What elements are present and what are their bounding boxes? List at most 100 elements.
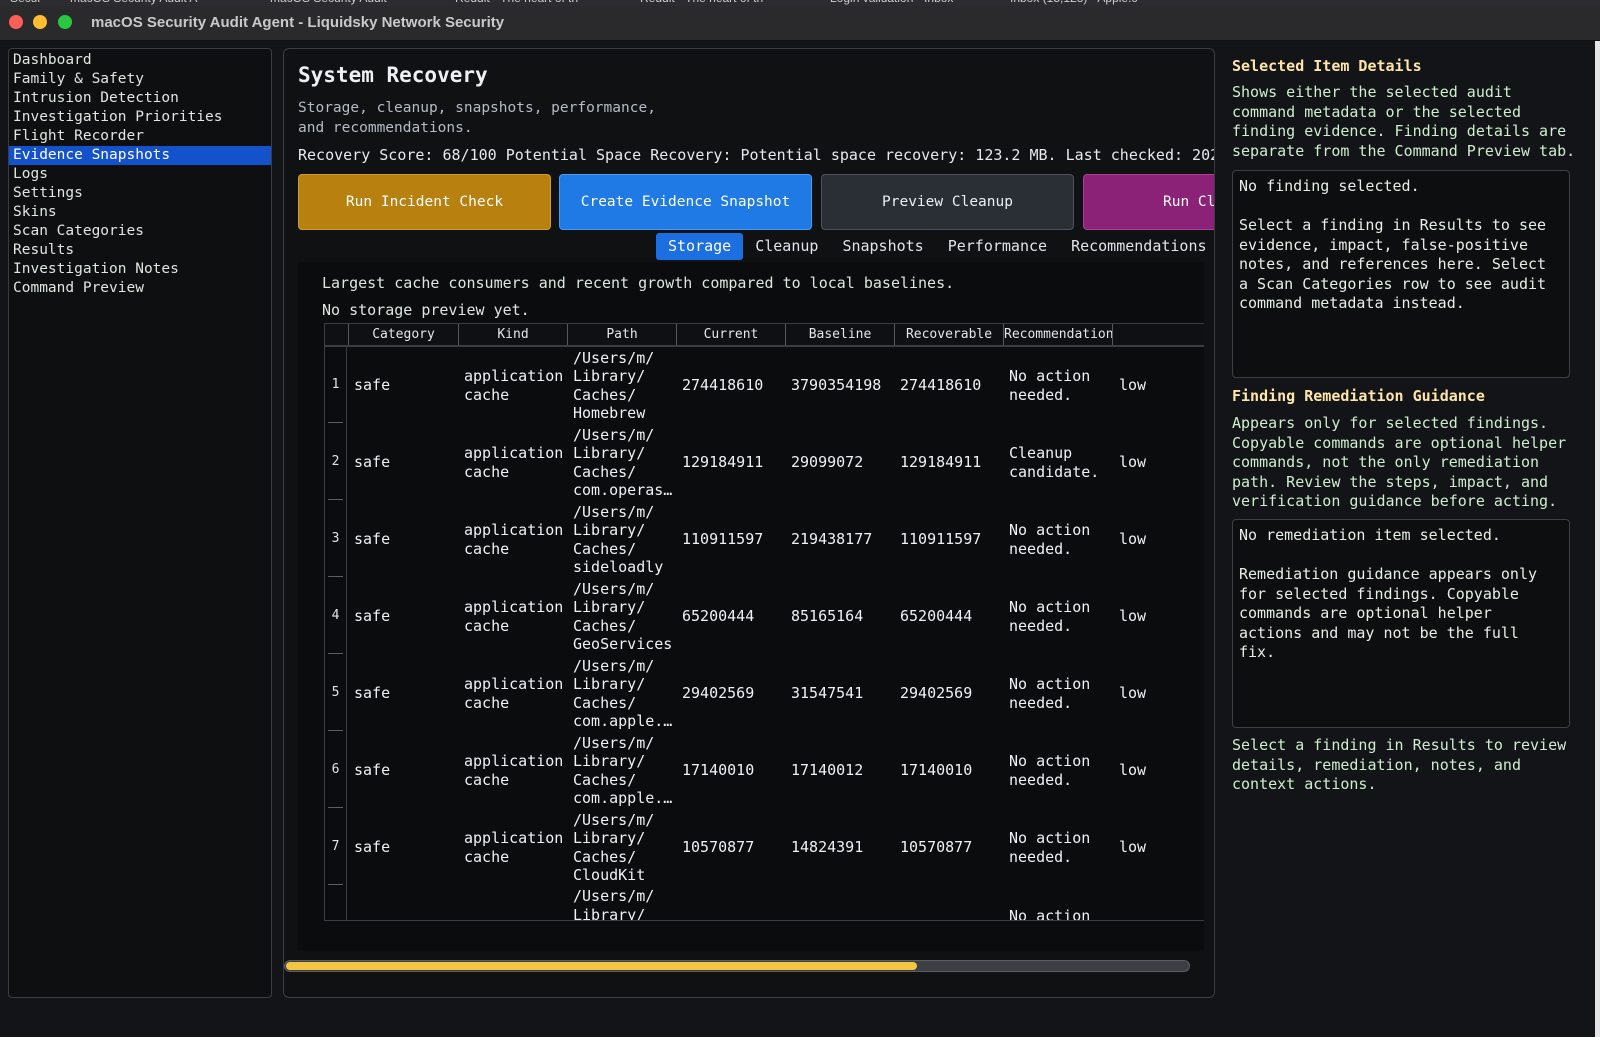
table-row[interactable]: 6 safe application cache/Users/m/ Library/…	[325, 732, 1204, 809]
cell-risk	[1113, 886, 1204, 920]
cell-recommendation: No action needed.	[1009, 675, 1091, 712]
cell-path: /Users/m/ Library/	[573, 887, 655, 921]
browser-tab[interactable]: macOS Security Audit A	[70, 0, 197, 5]
cell-path: /Users/m/ Library/ Caches/ Homebrew	[573, 348, 655, 423]
table-row[interactable]: 2 safe application cache/Users/m/ Library/…	[325, 424, 1204, 501]
storage-description: Largest cache consumers and recent growt…	[322, 274, 955, 292]
sidebar-item-evidence-snapshots[interactable]: Evidence Snapshots	[9, 146, 271, 165]
tab-storage[interactable]: Storage	[656, 233, 744, 260]
tab-recommendations[interactable]: Recommendations	[1059, 233, 1214, 260]
row-number: 4	[325, 578, 346, 654]
cell-risk: low	[1119, 684, 1147, 703]
sidebar: Dashboard Family & Safety Intrusion Detect…	[8, 48, 272, 998]
storage-table[interactable]: Category Kind Path Current Baseline Reco…	[324, 323, 1204, 921]
cell-baseline	[785, 886, 894, 920]
browser-tab[interactable]: macOS Security Audit	[270, 0, 387, 5]
sidebar-item-skins[interactable]: Skins	[9, 203, 271, 222]
sidebar-item-family-and-safety[interactable]: Family & Safety	[9, 70, 271, 89]
finding-details-box[interactable]: No finding selected. Select a finding in…	[1232, 170, 1570, 378]
sidebar-item-investigation-priorities[interactable]: Investigation Priorities	[9, 108, 271, 127]
table-row[interactable]: 3 safe application cache/Users/m/ Library/…	[325, 501, 1204, 578]
zoom-window-button[interactable]	[58, 15, 72, 29]
cell-kind: application cache	[464, 675, 564, 712]
column-header-baseline[interactable]: Baseline	[785, 324, 894, 345]
cell-category: safe	[354, 607, 391, 626]
horizontal-scrollbar[interactable]	[284, 960, 1190, 972]
cell-recommendation: No action needed.	[1009, 367, 1091, 404]
remediation-guidance-heading: Finding Remediation Guidance	[1232, 387, 1485, 405]
tab-snapshots[interactable]: Snapshots	[830, 233, 935, 260]
sidebar-item-dashboard[interactable]: Dashboard	[9, 51, 271, 70]
cell-current: 129184911	[682, 453, 764, 472]
sidebar-item-flight-recorder[interactable]: Flight Recorder	[9, 127, 271, 146]
sidebar-item-investigation-notes[interactable]: Investigation Notes	[9, 260, 271, 279]
sidebar-item-results[interactable]: Results	[9, 241, 271, 260]
cell-recoverable	[894, 886, 1003, 920]
browser-tab[interactable]: Inbox (15,128) - Apple.c	[1010, 0, 1137, 5]
cell-baseline: 219438177	[791, 530, 873, 549]
cell-path: /Users/m/ Library/ Caches/ com.operas…	[573, 425, 673, 500]
browser-tab[interactable]: Secur	[10, 0, 41, 5]
minimize-window-button[interactable]	[33, 15, 47, 29]
cell-current: 274418610	[682, 376, 764, 395]
details-panel: Selected Item Details Shows either the s…	[1220, 48, 1590, 998]
selected-item-details-heading: Selected Item Details	[1232, 57, 1422, 75]
table-row[interactable]: /Users/m/ Library/No action	[325, 886, 1204, 921]
recovery-tabs: Storage Cleanup Snapshots Performance Recomm…	[656, 233, 1214, 260]
table-row[interactable]: 7 safe application cache/Users/m/ Library/…	[325, 809, 1204, 886]
cell-risk: low	[1119, 607, 1147, 626]
cell-current: 17140010	[682, 761, 755, 780]
column-header-path[interactable]: Path	[567, 324, 676, 345]
remediation-guidance-box[interactable]: No remediation item selected. Remediatio…	[1232, 519, 1570, 728]
create-evidence-snapshot-button[interactable]: Create Evidence Snapshot	[559, 174, 812, 230]
cell-recoverable: 110911597	[900, 530, 982, 549]
cell-risk: low	[1119, 838, 1147, 857]
tab-performance[interactable]: Performance	[936, 233, 1059, 260]
storage-content: Largest cache consumers and recent growt…	[298, 262, 1204, 951]
cell-kind	[458, 886, 567, 920]
column-header-category[interactable]: Category	[348, 324, 458, 345]
column-header-kind[interactable]: Kind	[458, 324, 567, 345]
cell-risk: low	[1119, 376, 1147, 395]
cell-recommendation: No action needed.	[1009, 829, 1091, 866]
cell-category: safe	[354, 530, 391, 549]
cell-category: safe	[354, 684, 391, 703]
run-cleanup-button[interactable]: Run Cl	[1083, 174, 1214, 230]
preview-cleanup-button[interactable]: Preview Cleanup	[821, 174, 1074, 230]
main-panel: System Recovery Storage, cleanup, snapsh…	[283, 48, 1215, 998]
tab-cleanup[interactable]: Cleanup	[743, 233, 830, 260]
sidebar-item-scan-categories[interactable]: Scan Categories	[9, 222, 271, 241]
sidebar-list: Dashboard Family & Safety Intrusion Detect…	[9, 49, 271, 298]
sidebar-item-command-preview[interactable]: Command Preview	[9, 279, 271, 298]
close-window-button[interactable]	[9, 15, 23, 29]
run-incident-check-button[interactable]: Run Incident Check	[298, 174, 551, 230]
cell-current	[676, 886, 785, 920]
sidebar-item-logs[interactable]: Logs	[9, 165, 271, 184]
column-header-current[interactable]: Current	[676, 324, 785, 345]
column-header-recoverable[interactable]: Recoverable	[894, 324, 1003, 345]
cell-category	[348, 886, 458, 920]
row-number: 7	[325, 809, 346, 885]
window-edge	[1595, 41, 1600, 1037]
cell-recommendation: Cleanup candidate.	[1009, 444, 1100, 481]
cell-current: 29402569	[682, 684, 755, 703]
remediation-guidance-description: Appears only for selected findings. Copy…	[1232, 414, 1567, 510]
sidebar-item-settings[interactable]: Settings	[9, 184, 271, 203]
cell-category: safe	[354, 761, 391, 780]
table-row[interactable]: 5 safe application cache/Users/m/ Library/…	[325, 655, 1204, 732]
table-row[interactable]: 4 safe application cache/Users/m/ Library/…	[325, 578, 1204, 655]
browser-tab[interactable]: Login validation - Inbox	[830, 0, 953, 5]
browser-tab[interactable]: Reddit - The heart of th	[455, 0, 578, 5]
cell-recoverable: 29402569	[900, 684, 973, 703]
details-footer-hint: Select a finding in Results to review de…	[1232, 736, 1567, 793]
cell-recoverable: 17140010	[900, 761, 973, 780]
row-number: 3	[325, 501, 346, 577]
cell-kind: application cache	[464, 367, 564, 404]
browser-tab[interactable]: Reddit - The heart of th	[640, 0, 763, 5]
sidebar-item-intrusion-detection[interactable]: Intrusion Detection	[9, 89, 271, 108]
cell-kind: application cache	[464, 752, 564, 789]
cell-recommendation: No action needed.	[1009, 752, 1091, 789]
scrollbar-thumb[interactable]	[286, 962, 917, 970]
table-row[interactable]: 1 safe application cache/Users/m/ Library/…	[325, 347, 1204, 424]
column-header-recommendation[interactable]: Recommendation	[1003, 324, 1113, 345]
